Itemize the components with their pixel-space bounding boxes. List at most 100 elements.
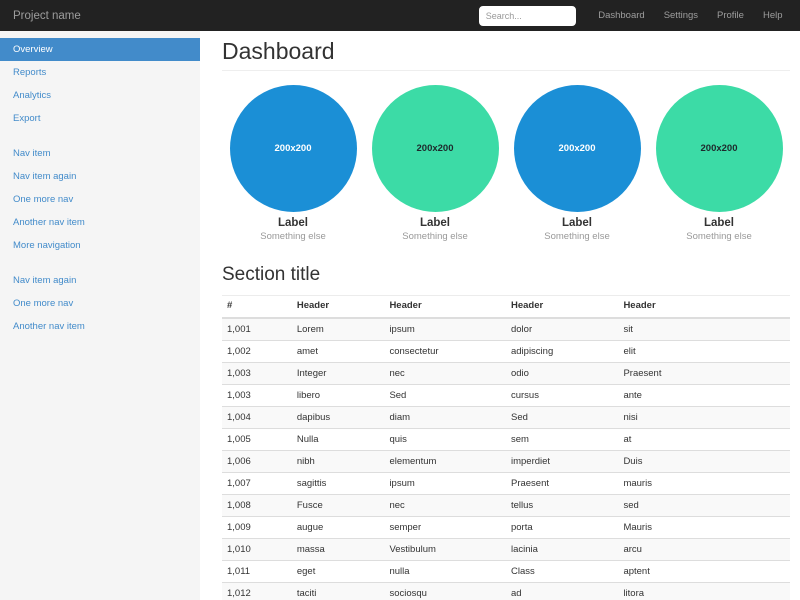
table-cell: augue [292, 517, 385, 539]
navbar-link-profile[interactable]: Profile [708, 10, 754, 21]
table-cell: adipiscing [506, 341, 618, 363]
table-header-cell: Header [384, 296, 506, 319]
sidebar-nav-item-wrap: Nav item again [0, 165, 200, 188]
navbar-links: DashboardSettingsProfileHelp [589, 10, 792, 21]
table-cell: odio [506, 363, 618, 385]
table-header-cell: Header [618, 296, 790, 319]
table-cell: 1,009 [222, 517, 292, 539]
placeholder-circle-image: 200x200 [656, 85, 783, 212]
navbar-link-dashboard[interactable]: Dashboard [589, 10, 654, 21]
placeholder-card: 200x200 Label Something else [648, 85, 790, 242]
sidebar-item-reports[interactable]: Reports [0, 61, 200, 84]
sidebar-nav-item-wrap: Reports [0, 61, 200, 84]
table-body: 1,001Loremipsumdolorsit1,002ametconsecte… [222, 318, 790, 600]
table-cell: Duis [618, 451, 790, 473]
table-cell: diam [384, 407, 506, 429]
card-sublabel: Something else [364, 231, 506, 242]
main-content: Dashboard 200x200LabelSomething else200x… [200, 31, 800, 600]
table-cell: 1,008 [222, 495, 292, 517]
table-cell: at [618, 429, 790, 451]
table-cell: Lorem [292, 318, 385, 341]
table-cell: lacinia [506, 539, 618, 561]
table-cell: 1,006 [222, 451, 292, 473]
sidebar-nav-item-wrap: Export [0, 107, 200, 130]
table-cell: nulla [384, 561, 506, 583]
table-row: 1,002ametconsecteturadipiscingelit [222, 341, 790, 363]
placeholder-card: 200x200LabelSomething else [364, 85, 506, 242]
data-table: #HeaderHeaderHeaderHeader 1,001Lorem ipsu… [222, 295, 790, 600]
table-cell: ipsum [384, 473, 506, 495]
table-row: 1,012tacitisociosquadlitora [222, 583, 790, 600]
table-cell: Integer [292, 363, 385, 385]
table-header-cell: # [222, 296, 292, 319]
table-cell: elementum [384, 451, 506, 473]
table-cell: nisi [618, 407, 790, 429]
table-cell: semper [384, 517, 506, 539]
table-cell: eget [292, 561, 385, 583]
sidebar-nav-item-wrap: Another nav item [0, 211, 200, 234]
sidebar-item-another-nav-item[interactable]: Another nav item [0, 315, 200, 338]
sidebar-nav-item-wrap: One more nav [0, 188, 200, 211]
table-head: #HeaderHeaderHeaderHeader [222, 296, 790, 319]
sidebar-item-overview[interactable]: Overview [0, 38, 200, 61]
table-row: 1,005Nullaquissemat [222, 429, 790, 451]
table-cell: Class [506, 561, 618, 583]
sidebar-item-another-nav-item[interactable]: Another nav item [0, 211, 200, 234]
table-cell: nec [384, 495, 506, 517]
table-row: 1,009auguesemperportaMauris [222, 517, 790, 539]
sidebar-item-nav-item[interactable]: Nav item [0, 142, 200, 165]
sidebar-item-nav-item-again[interactable]: Nav item again [0, 165, 200, 188]
table-cell: Sed [384, 385, 506, 407]
sidebar-nav-group: OverviewReportsAnalyticsExport [0, 38, 200, 130]
cards-row: 200x200LabelSomething else200x200LabelSo… [222, 85, 790, 242]
table-cell: Praesent [506, 473, 618, 495]
sidebar-item-nav-item-again[interactable]: Nav item again [0, 269, 200, 292]
table-cell: quis [384, 429, 506, 451]
table-cell: 1,003 [222, 385, 292, 407]
table-cell: tellus [506, 495, 618, 517]
table-cell: sociosqu [384, 583, 506, 600]
table-cell: Fusce [292, 495, 385, 517]
table-cell: 1,003 [222, 363, 292, 385]
sidebar-item-more-navigation[interactable]: More navigation [0, 234, 200, 257]
table-cell: 1,001 [222, 318, 292, 341]
table-row: 1,008Fuscenectellussed [222, 495, 790, 517]
table-cell: nibh [292, 451, 385, 473]
table-cell: sit [618, 318, 790, 341]
sidebar-item-one-more-nav[interactable]: One more nav [0, 188, 200, 211]
table-row: 1,006nibhelementumimperdietDuis [222, 451, 790, 473]
table-row: 1,003IntegernecodioPraesent [222, 363, 790, 385]
table-header-cell: Header [292, 296, 385, 319]
search-input[interactable] [479, 6, 576, 26]
top-navbar: Project name DashboardSettingsProfileHel… [0, 0, 800, 31]
table-cell: Praesent [618, 363, 790, 385]
table-cell: ante [618, 385, 790, 407]
navbar-link-settings[interactable]: Settings [654, 10, 707, 21]
table-row: 1,003liberoSedcursusante [222, 385, 790, 407]
table-cell: 1,002 [222, 341, 292, 363]
table-row: 1,007sagittisipsumPraesentmauris [222, 473, 790, 495]
sidebar-nav-item-wrap: One more nav [0, 292, 200, 315]
card-sublabel: Something else [222, 231, 364, 242]
card-label: Label [648, 217, 790, 229]
table-cell: 1,004 [222, 407, 292, 429]
table-cell: sed [618, 495, 790, 517]
sidebar-item-one-more-nav[interactable]: One more nav [0, 292, 200, 315]
sidebar-item-export[interactable]: Export [0, 107, 200, 130]
card-sublabel: Something else [506, 231, 648, 242]
table-cell: 1,011 [222, 561, 292, 583]
table-cell: massa [292, 539, 385, 561]
card-label: Label [364, 217, 506, 229]
placeholder-circle-image: 200x200 [230, 85, 357, 212]
table-cell: consectetur [384, 341, 506, 363]
sidebar-item-analytics[interactable]: Analytics [0, 84, 200, 107]
table-cell: sagittis [292, 473, 385, 495]
sidebar-nav-item-wrap: Another nav item [0, 315, 200, 338]
brand[interactable]: Project name [0, 10, 81, 22]
sidebar-nav-item-wrap: Nav item again [0, 269, 200, 292]
table-cell: nec [384, 363, 506, 385]
navbar-link-help[interactable]: Help [753, 10, 792, 21]
card-label: Label [222, 217, 364, 229]
card-sublabel: Something else [648, 231, 790, 242]
table-cell: amet [292, 341, 385, 363]
